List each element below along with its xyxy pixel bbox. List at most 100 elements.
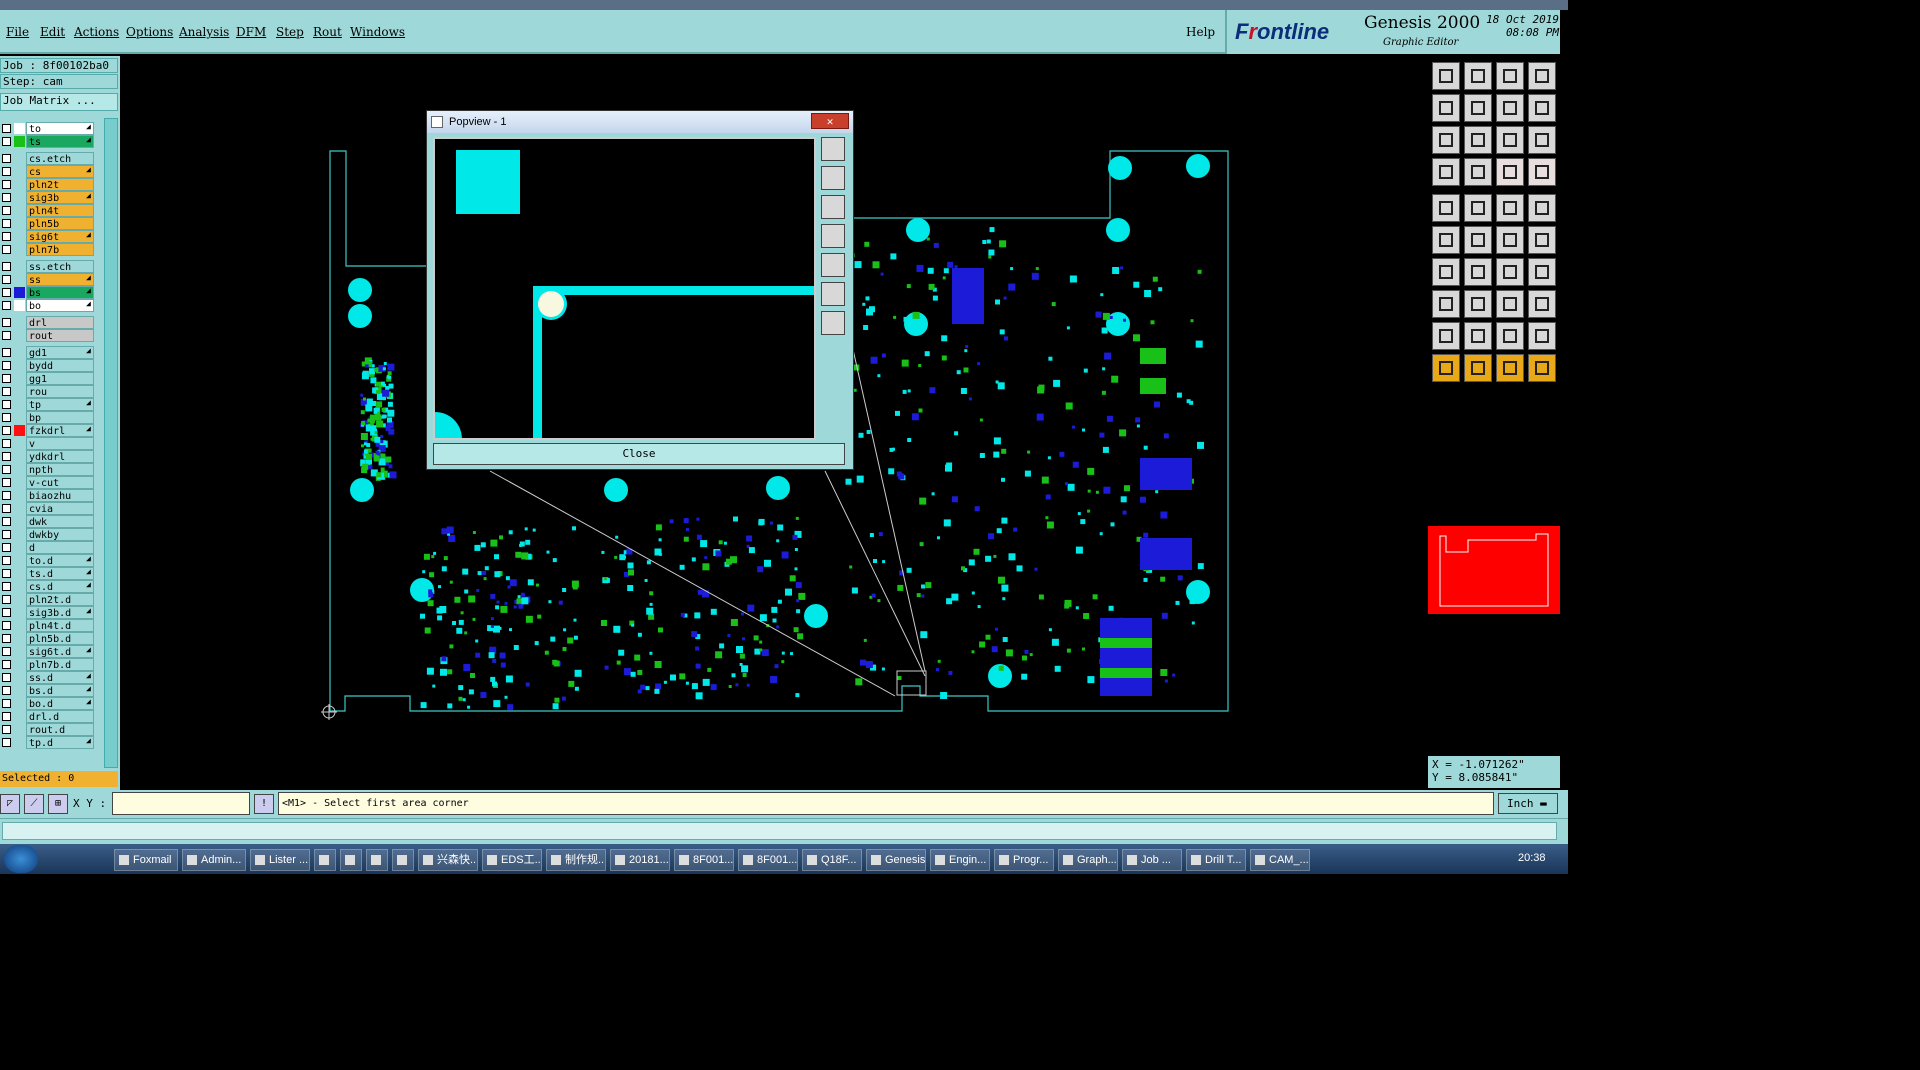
layer-checkbox[interactable] [2,504,11,513]
layer-checkbox[interactable] [2,686,11,695]
layer-name[interactable]: pln2t [26,178,94,191]
layer-row[interactable]: rou [0,385,120,398]
layer-name[interactable]: bs.d [26,684,94,697]
layer-context-arrow-icon[interactable]: ◢ [86,191,91,200]
layer-row[interactable]: bp [0,411,120,424]
layer-name[interactable]: tp [26,398,94,411]
layer-name[interactable]: cvia [26,502,94,515]
layer-checkbox[interactable] [2,621,11,630]
layer-name[interactable]: bo.d [26,697,94,710]
layer-checkbox[interactable] [2,124,11,133]
layer-context-arrow-icon[interactable]: ◢ [86,684,91,693]
layer-checkbox[interactable] [2,318,11,327]
layer-row[interactable]: pln5b.d [0,632,120,645]
rotate-button[interactable] [1496,258,1524,286]
layer-row[interactable]: cvia [0,502,120,515]
layer-checkbox[interactable] [2,331,11,340]
resize-button[interactable] [1528,290,1556,318]
layer-checkbox[interactable] [2,530,11,539]
layer-checkbox[interactable] [2,348,11,357]
measure-button[interactable] [1432,158,1460,186]
route-button[interactable] [1496,158,1524,186]
layer-row[interactable]: tp ◢ [0,398,120,411]
layer-color-swatch[interactable] [14,724,25,735]
start-button[interactable] [4,845,38,873]
layer-color-swatch[interactable] [14,464,25,475]
popview-fit-icon[interactable] [821,282,845,306]
layer-row[interactable]: pln2t.d [0,593,120,606]
layer-color-swatch[interactable] [14,386,25,397]
layer-color-swatch[interactable] [14,581,25,592]
taskbar-item[interactable]: CAM_... [1250,849,1310,871]
menu-dfm[interactable]: DFM [236,25,266,39]
pointer-select-button[interactable] [1464,354,1492,382]
taskbar-item[interactable] [366,849,388,871]
layer-checkbox[interactable] [2,361,11,370]
layer-name[interactable]: gg1 [26,372,94,385]
zoom-out-button[interactable] [1496,62,1524,90]
select-single-button[interactable] [1432,194,1460,222]
layer-context-arrow-icon[interactable]: ◢ [86,580,91,589]
layer-color-swatch[interactable] [14,477,25,488]
layer-color-swatch[interactable] [14,153,25,164]
layer-color-swatch[interactable] [14,529,25,540]
layer-color-swatch[interactable] [14,123,25,134]
layer-context-arrow-icon[interactable]: ◢ [86,230,91,239]
layer-checkbox[interactable] [2,738,11,747]
layer-checkbox[interactable] [2,288,11,297]
layer-name[interactable]: drl [26,316,94,329]
popview-left-icon[interactable] [821,224,845,248]
layer-row[interactable]: rout [0,329,120,342]
layer-name[interactable]: biaozhu [26,489,94,502]
layer-color-swatch[interactable] [14,685,25,696]
menu-windows[interactable]: Windows [350,25,405,39]
layer-color-swatch[interactable] [14,244,25,255]
layer-row[interactable]: v-cut [0,476,120,489]
taskbar-item[interactable]: Progr... [994,849,1054,871]
layer-name[interactable]: dwk [26,515,94,528]
layer-row[interactable]: pln2t [0,178,120,191]
menu-rout[interactable]: Rout [313,25,342,39]
taskbar-item[interactable]: Engin... [930,849,990,871]
layer-name[interactable]: pln7b [26,243,94,256]
layer-name[interactable]: bo [26,299,94,312]
layer-context-arrow-icon[interactable]: ◢ [86,135,91,144]
layer-color-swatch[interactable] [14,287,25,298]
layer-color-swatch[interactable] [14,711,25,722]
layer-name[interactable]: pln7b.d [26,658,94,671]
layer-name[interactable]: pln5b [26,217,94,230]
layer-checkbox[interactable] [2,699,11,708]
taskbar-item[interactable]: Job ... [1122,849,1182,871]
layer-checkbox[interactable] [2,452,11,461]
layer-name[interactable]: d [26,541,94,554]
popview-close-x-button[interactable]: ✕ [811,113,849,129]
layer-color-swatch[interactable] [14,330,25,341]
layer-row[interactable]: d [0,541,120,554]
layer-checkbox[interactable] [2,167,11,176]
layer-color-swatch[interactable] [14,373,25,384]
measure-icon[interactable]: ⟋ [24,794,44,814]
layer-row[interactable]: cs ◢ [0,165,120,178]
layer-name[interactable]: fzkdrl [26,424,94,437]
layer-context-arrow-icon[interactable]: ◢ [86,286,91,295]
edit-slope-button[interactable] [1464,258,1492,286]
layer-color-swatch[interactable] [14,360,25,371]
taskbar-item[interactable]: Genesis [866,849,926,871]
select-net-button[interactable] [1528,194,1556,222]
layer-name[interactable]: ss [26,273,94,286]
taskbar-item[interactable]: 20181... [610,849,670,871]
layer-row[interactable]: pln7b [0,243,120,256]
layer-checkbox[interactable] [2,491,11,500]
layer-row[interactable]: dwkby [0,528,120,541]
help-query-button[interactable] [1528,126,1556,154]
popview-down-icon[interactable] [821,195,845,219]
layer-color-swatch[interactable] [14,490,25,501]
layer-checkbox[interactable] [2,582,11,591]
layer-checkbox[interactable] [2,275,11,284]
layer-row[interactable]: bo.d ◢ [0,697,120,710]
layer-row[interactable]: pln5b [0,217,120,230]
add-line-button[interactable] [1464,226,1492,254]
layer-color-swatch[interactable] [14,274,25,285]
layer-checkbox[interactable] [2,595,11,604]
layer-name[interactable]: sig3b.d [26,606,94,619]
